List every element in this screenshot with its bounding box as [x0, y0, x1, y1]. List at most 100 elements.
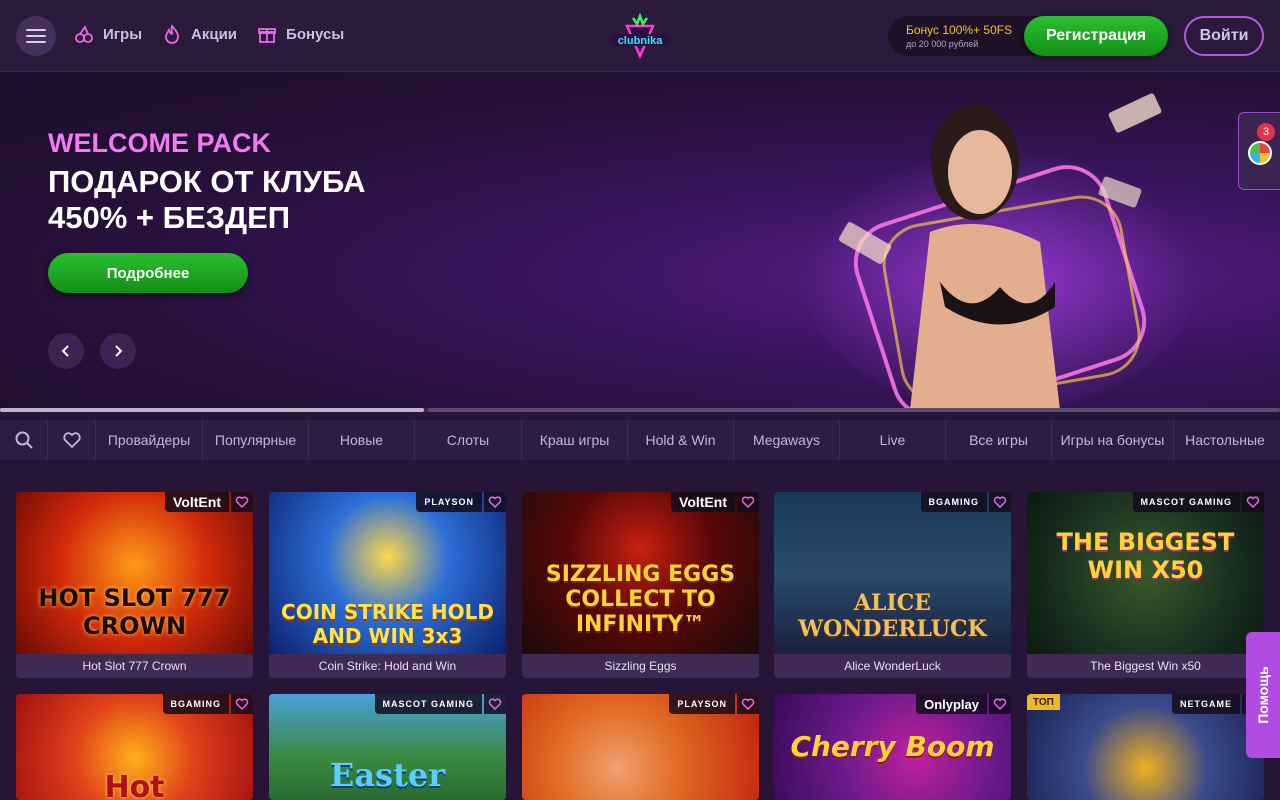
- game-thumbnail[interactable]: SIZZLING EGGS COLLECT TO INFINITY™ VoltE…: [522, 492, 759, 654]
- favorite-button[interactable]: [1242, 492, 1264, 512]
- heart-icon: [62, 432, 81, 449]
- favorite-button[interactable]: [737, 694, 759, 714]
- favorite-button[interactable]: [484, 492, 506, 512]
- game-title: Sizzling Eggs: [522, 654, 759, 678]
- heart-icon: [235, 698, 249, 711]
- game-card[interactable]: HOT SLOT 777 CROWN VoltEnt Hot Slot 777 …: [16, 492, 253, 678]
- favorite-button[interactable]: [737, 492, 759, 512]
- game-card[interactable]: THE BIGGEST WIN X50 MASCOT GAMING The Bi…: [1027, 492, 1264, 678]
- game-title: Alice WonderLuck: [774, 654, 1011, 678]
- category-tab[interactable]: Провайдеры: [96, 420, 203, 460]
- site-header: Игры Акции Бонусы clubnika Бонус 100%+ 5…: [0, 0, 1280, 72]
- heart-icon: [993, 496, 1007, 509]
- promo-banner: WELCOME PACK ПОДАРОК ОТ КЛУБА 450% + БЕЗ…: [0, 72, 1280, 410]
- favorite-button[interactable]: [989, 694, 1011, 714]
- game-art-text: ALICE WONDERLUCK: [798, 590, 987, 642]
- menu-icon[interactable]: [16, 16, 56, 56]
- heart-icon: [741, 698, 755, 711]
- heart-icon: [235, 496, 249, 509]
- category-tab[interactable]: Настольные: [1174, 420, 1276, 460]
- game-card[interactable]: ALICE WONDERLUCK BGAMING Alice WonderLuc…: [774, 492, 1011, 678]
- search-button[interactable]: [0, 420, 48, 460]
- nav-item-promos[interactable]: Акции: [162, 24, 237, 44]
- favorite-button[interactable]: [484, 694, 506, 714]
- slider-progress-next[interactable]: [428, 408, 1280, 412]
- game-title: The Biggest Win x50: [1027, 654, 1264, 678]
- category-tab[interactable]: Популярные: [203, 420, 309, 460]
- heart-icon: [993, 698, 1007, 711]
- heart-icon: [488, 496, 502, 509]
- favorite-button[interactable]: [231, 694, 253, 714]
- game-thumbnail[interactable]: Hot BGAMING: [16, 694, 253, 800]
- favorites-button[interactable]: [48, 420, 96, 460]
- category-tab[interactable]: Все игры: [946, 420, 1052, 460]
- nav-label: Игры: [103, 25, 143, 43]
- search-icon: [15, 431, 33, 449]
- game-card[interactable]: PLAYSON: [522, 694, 759, 800]
- nav-item-games[interactable]: Игры: [74, 24, 142, 44]
- provider-label: MASCOT GAMING: [374, 694, 482, 714]
- chevron-right-icon: [115, 345, 123, 357]
- nav-label: Бонусы: [286, 25, 345, 43]
- top-badge: ТОП: [1027, 694, 1060, 710]
- game-card[interactable]: Cherry Boom Onlyplay: [774, 694, 1011, 800]
- game-art-text: THE BIGGEST WIN X50: [1056, 528, 1235, 584]
- fortune-wheel-icon: [1248, 141, 1272, 165]
- game-title: Coin Strike: Hold and Win: [269, 654, 506, 678]
- game-card[interactable]: SIZZLING EGGS COLLECT TO INFINITY™ VoltE…: [522, 492, 759, 678]
- game-thumbnail[interactable]: COIN STRIKE HOLD AND WIN 3x3 PLAYSON: [269, 492, 506, 654]
- help-button[interactable]: Помощь: [1246, 632, 1280, 758]
- game-card[interactable]: Hot BGAMING: [16, 694, 253, 800]
- clubnika-logo[interactable]: clubnika: [611, 12, 669, 60]
- register-button[interactable]: Регистрация: [1024, 16, 1168, 56]
- provider-label: BGAMING: [920, 492, 987, 512]
- favorite-button[interactable]: [989, 492, 1011, 512]
- game-art-text: COIN STRIKE HOLD AND WIN 3x3: [281, 600, 494, 648]
- provider-label: PLAYSON: [416, 492, 482, 512]
- category-tab[interactable]: Краш игры: [522, 420, 628, 460]
- nav-item-bonuses[interactable]: Бонусы: [257, 24, 344, 44]
- game-thumbnail[interactable]: ALICE WONDERLUCK BGAMING: [774, 492, 1011, 654]
- game-thumbnail[interactable]: ТОП NETGAME: [1027, 694, 1264, 800]
- provider-label: NETGAME: [1172, 694, 1240, 714]
- game-art-text: Cherry Boom: [790, 730, 995, 763]
- prev-slide-button[interactable]: [48, 333, 84, 369]
- chevron-left-icon: [61, 345, 69, 357]
- provider-label: VoltEnt: [165, 492, 229, 512]
- notification-badge: 3: [1257, 123, 1275, 141]
- banner-title: ПОДАРОК ОТ КЛУБА 450% + БЕЗДЕП: [48, 164, 365, 236]
- nav-label: Акции: [191, 25, 238, 43]
- game-thumbnail[interactable]: PLAYSON: [522, 694, 759, 800]
- game-thumbnail[interactable]: Cherry Boom Onlyplay: [774, 694, 1011, 800]
- game-card[interactable]: Easter MASCOT GAMING: [269, 694, 506, 800]
- provider-label: Onlyplay: [916, 694, 987, 714]
- category-tab[interactable]: Слоты: [415, 420, 522, 460]
- more-button[interactable]: Подробнее: [48, 253, 248, 293]
- game-thumbnail[interactable]: Easter MASCOT GAMING: [269, 694, 506, 800]
- category-tab[interactable]: Новые: [309, 420, 415, 460]
- category-tab[interactable]: Megaways: [734, 420, 840, 460]
- slider-progress-active[interactable]: [0, 408, 424, 412]
- gift-icon: [258, 28, 276, 43]
- game-card[interactable]: ТОП NETGAME: [1027, 694, 1264, 800]
- game-thumbnail[interactable]: THE BIGGEST WIN X50 MASCOT GAMING: [1027, 492, 1264, 654]
- heart-icon: [1246, 496, 1260, 509]
- provider-label: VoltEnt: [671, 492, 735, 512]
- banner-title-line2: 450% + БЕЗДЕП: [48, 200, 291, 235]
- game-card[interactable]: COIN STRIKE HOLD AND WIN 3x3 PLAYSON Coi…: [269, 492, 506, 678]
- game-thumbnail[interactable]: HOT SLOT 777 CROWN VoltEnt: [16, 492, 253, 654]
- next-slide-button[interactable]: [100, 333, 136, 369]
- wheel-widget[interactable]: 3: [1238, 112, 1280, 190]
- category-tab[interactable]: Игры на бонусы: [1052, 420, 1174, 460]
- provider-label: MASCOT GAMING: [1132, 492, 1240, 512]
- help-label: Помощь: [1255, 666, 1272, 724]
- favorite-button[interactable]: [231, 492, 253, 512]
- game-title: Hot Slot 777 Crown: [16, 654, 253, 678]
- category-tab[interactable]: Hold & Win: [628, 420, 734, 460]
- provider-label: PLAYSON: [669, 694, 735, 714]
- main-nav: Игры Акции Бонусы: [74, 24, 344, 44]
- game-art-text: Hot: [104, 770, 165, 800]
- login-button[interactable]: Войти: [1184, 16, 1264, 56]
- category-tab[interactable]: Live: [840, 420, 946, 460]
- banner-title-line1: ПОДАРОК ОТ КЛУБА: [48, 164, 366, 199]
